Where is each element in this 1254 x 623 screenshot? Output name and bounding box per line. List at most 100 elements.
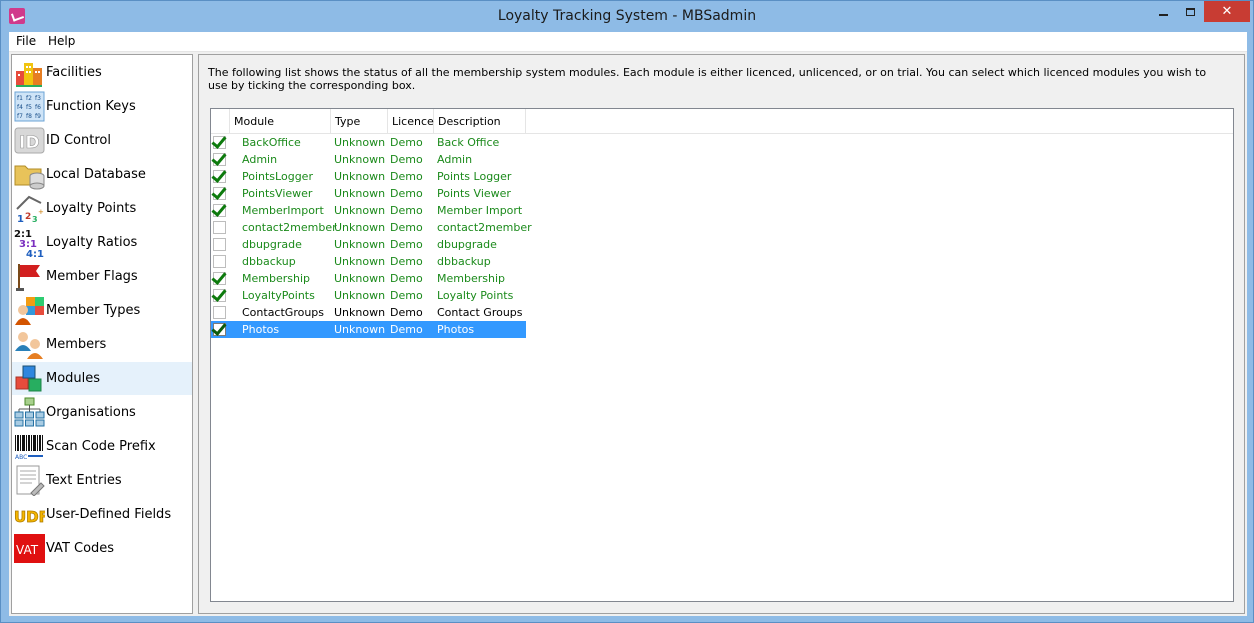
checkmark-icon <box>211 320 227 336</box>
table-row[interactable]: BackOffice Unknown Demo Back Office <box>211 133 526 151</box>
row-checkbox[interactable] <box>211 167 227 183</box>
svg-text:f1: f1 <box>17 95 23 102</box>
cell-description: contact2member <box>437 221 532 234</box>
column-header-module[interactable]: Module <box>230 109 331 134</box>
modules-list[interactable]: Module Type Licence Description BackOffi… <box>210 108 1234 602</box>
sidebar-item-user-defined-fields[interactable]: UDF User-Defined Fields <box>12 498 192 531</box>
svg-text:f7: f7 <box>17 113 23 120</box>
maximize-button[interactable] <box>1177 1 1204 22</box>
sidebar-item-loyalty-points[interactable]: 1 2 3 + Loyalty Points <box>12 192 192 225</box>
sidebar-item-text-entries[interactable]: Text Entries <box>12 464 192 497</box>
sidebar-item-local-database[interactable]: Local Database <box>12 158 192 191</box>
menu-help[interactable]: Help <box>44 34 79 48</box>
svg-text:f9: f9 <box>35 113 41 120</box>
cell-module: PointsViewer <box>242 187 313 200</box>
sidebar-item-label: Loyalty Points <box>46 201 137 216</box>
menu-file[interactable]: File <box>12 34 40 48</box>
table-row[interactable]: contact2member Unknown Demo contact2member <box>211 219 532 236</box>
cell-module: MemberImport <box>242 204 324 217</box>
table-row[interactable]: PointsLogger Unknown Demo Points Logger <box>211 167 526 185</box>
table-row[interactable]: MemberImport Unknown Demo Member Import <box>211 201 526 219</box>
sidebar-item-label: Organisations <box>46 405 136 420</box>
cell-description: Membership <box>437 272 505 285</box>
row-checkbox[interactable] <box>213 255 226 268</box>
row-checkbox[interactable] <box>211 184 227 200</box>
column-header-check[interactable] <box>211 109 230 134</box>
sidebar-item-function-keys[interactable]: f1 f2 f3 f4 f5 f6 f7 f8 f9 Function Keys <box>12 90 192 123</box>
row-checkbox[interactable] <box>211 320 227 336</box>
title-bar[interactable]: Loyalty Tracking System - MBSadmin ✕ <box>1 1 1253 32</box>
sidebar-item-modules[interactable]: Modules <box>12 362 192 395</box>
sidebar-item-members[interactable]: Members <box>12 328 192 361</box>
sidebar-item-id-control[interactable]: ID ID Control <box>12 124 192 157</box>
table-row[interactable]: dbupgrade Unknown Demo dbupgrade <box>211 236 526 253</box>
cell-module: PointsLogger <box>242 170 313 183</box>
sidebar-item-member-flags[interactable]: Member Flags <box>12 260 192 293</box>
svg-text:f8: f8 <box>26 113 32 120</box>
minimize-button[interactable] <box>1150 1 1177 22</box>
modules-icon <box>14 363 45 394</box>
sidebar-item-vat-codes[interactable]: VAT VAT Codes <box>12 532 192 565</box>
cell-module: dbupgrade <box>242 238 302 251</box>
svg-text:f6: f6 <box>35 104 41 111</box>
table-row[interactable]: PointsViewer Unknown Demo Points Viewer <box>211 184 526 202</box>
cell-description: Contact Groups <box>437 306 523 319</box>
text-entries-icon <box>14 465 45 497</box>
cell-description: Back Office <box>437 136 500 149</box>
maximize-icon <box>1186 7 1195 16</box>
row-checkbox[interactable] <box>211 133 227 149</box>
local-database-icon <box>14 159 45 190</box>
row-checkbox[interactable] <box>213 306 226 319</box>
checkmark-icon <box>211 150 227 166</box>
cell-licence: Demo <box>390 289 423 302</box>
column-header-type[interactable]: Type <box>331 109 388 134</box>
organisations-icon <box>14 397 45 428</box>
sidebar-item-label: VAT Codes <box>46 541 115 556</box>
main-panel: The following list shows the status of a… <box>198 54 1245 614</box>
cell-description: Points Viewer <box>437 187 511 200</box>
client-area: File Help Facilities f1 f2 f3 f4 f5 f6 f7 f8 f9 Fu… <box>9 32 1247 616</box>
table-row[interactable]: Admin Unknown Demo Admin <box>211 150 526 168</box>
cell-type: Unknown <box>334 289 386 302</box>
table-row[interactable]: ContactGroups Unknown Demo Contact Groups <box>211 304 526 321</box>
row-checkbox[interactable] <box>213 221 226 234</box>
window-title: Loyalty Tracking System - MBSadmin <box>497 8 757 24</box>
row-checkbox[interactable] <box>211 286 227 302</box>
svg-text:1: 1 <box>17 214 24 224</box>
sidebar-item-organisations[interactable]: Organisations <box>12 396 192 429</box>
column-header-description[interactable]: Description <box>434 109 526 134</box>
members-icon <box>14 329 45 360</box>
table-row[interactable]: Photos Unknown Demo Photos <box>211 320 526 338</box>
table-row[interactable]: dbbackup Unknown Demo dbbackup <box>211 253 526 270</box>
application-window: Loyalty Tracking System - MBSadmin ✕ Fil… <box>0 0 1254 623</box>
intro-text: The following list shows the status of a… <box>208 66 1207 92</box>
sidebar-item-scan-code-prefix[interactable]: ABC Scan Code Prefix <box>12 430 192 463</box>
cell-licence: Demo <box>390 136 423 149</box>
svg-text:4:1: 4:1 <box>26 249 44 258</box>
close-button[interactable]: ✕ <box>1204 1 1250 22</box>
cell-licence: Demo <box>390 153 423 166</box>
row-checkbox[interactable] <box>213 238 226 251</box>
sidebar-item-member-types[interactable]: Member Types <box>12 294 192 327</box>
sidebar-item-label: Loyalty Ratios <box>46 235 138 250</box>
cell-type: Unknown <box>334 136 386 149</box>
row-checkbox[interactable] <box>211 150 227 166</box>
table-row[interactable]: LoyaltyPoints Unknown Demo Loyalty Points <box>211 286 526 304</box>
sidebar-item-facilities[interactable]: Facilities <box>12 56 192 89</box>
cell-type: Unknown <box>334 306 386 319</box>
cell-description: Admin <box>437 153 473 166</box>
cell-description: Member Import <box>437 204 523 217</box>
column-header-licence[interactable]: Licence <box>388 109 434 134</box>
row-checkbox[interactable] <box>211 201 227 217</box>
sidebar-item-loyalty-ratios[interactable]: 2:1 3:1 4:1 Loyalty Ratios <box>12 226 192 260</box>
sidebar-item-label: ID Control <box>46 133 111 148</box>
row-checkbox[interactable] <box>211 269 227 285</box>
cell-licence: Demo <box>390 238 423 251</box>
cell-description: dbupgrade <box>437 238 497 251</box>
cell-module: dbbackup <box>242 255 296 268</box>
sidebar-item-label: Local Database <box>46 167 146 182</box>
table-row[interactable]: Membership Unknown Demo Membership <box>211 269 526 287</box>
cell-type: Unknown <box>334 272 386 285</box>
cell-type: Unknown <box>334 170 386 183</box>
close-icon: ✕ <box>1221 4 1233 19</box>
